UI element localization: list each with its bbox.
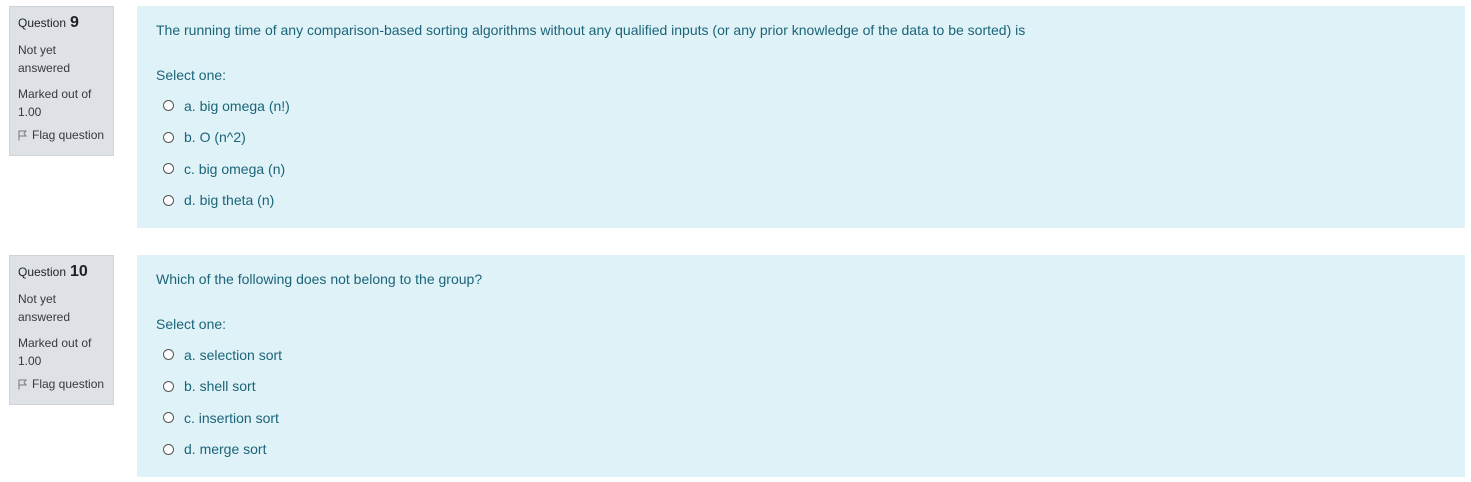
radio-button[interactable] [163,412,174,424]
answer-option-d[interactable]: d. big theta (n) [156,185,1465,217]
option-label: c. insertion sort [184,409,279,426]
select-one-prompt: Select one: [156,316,227,332]
answer-option-b[interactable]: b. O (n^2) [156,122,1465,154]
radio-button[interactable] [163,349,174,361]
question-grade: Marked out of 1.00 [18,336,92,368]
option-label: c. big omega (n) [184,160,286,177]
option-label: a. selection sort [184,346,283,363]
question-text: The running time of any comparison-based… [156,22,1026,38]
question-content: The running time of any comparison-based… [137,6,1465,228]
flag-question-button[interactable]: Flag question [18,377,113,391]
question-label: Question [18,16,67,30]
option-label: d. merge sort [184,441,267,458]
answer-option-c[interactable]: c. big omega (n) [156,153,1465,185]
radio-button[interactable] [163,163,174,175]
question-state: Not yet answered [18,43,71,75]
option-label: d. big theta (n) [184,192,275,209]
radio-button[interactable] [163,194,174,206]
question-info: Question 9 Not yet answered Marked out o… [9,6,114,156]
radio-button[interactable] [163,131,174,143]
flag-question-button[interactable]: Flag question [18,128,113,142]
answer-option-a[interactable]: a. selection sort [156,339,1465,371]
flag-icon [18,130,28,141]
option-label: b. O (n^2) [184,129,246,146]
question-grade: Marked out of 1.00 [18,87,92,119]
option-label: a. big omega (n!) [184,97,290,114]
question-info: Question 10 Not yet answered Marked out … [9,255,114,405]
option-label: b. shell sort [184,378,256,395]
question-text: Which of the following does not belong t… [156,271,483,287]
answer-option-d[interactable]: d. merge sort [156,434,1465,466]
answer-option-c[interactable]: c. insertion sort [156,402,1465,434]
question-number: Question 9 [18,14,113,37]
radio-button[interactable] [163,443,174,455]
answer-option-a[interactable]: a. big omega (n!) [156,90,1465,122]
flag-question-label: Flag question [32,377,105,391]
answer-options: a. big omega (n!) b. O (n^2) c. big omeg… [156,90,1465,216]
radio-button[interactable] [163,380,174,392]
question-num: 9 [70,14,79,31]
answer-options: a. selection sort b. shell sort c. inser… [156,339,1465,465]
question-label: Question [18,265,67,279]
flag-icon [18,379,28,390]
answer-option-b[interactable]: b. shell sort [156,371,1465,403]
question-state: Not yet answered [18,292,71,324]
select-one-prompt: Select one: [156,67,227,83]
question-content: Which of the following does not belong t… [137,255,1465,477]
radio-button[interactable] [163,100,174,112]
question-number: Question 10 [18,263,113,286]
question-num: 10 [70,263,88,280]
flag-question-label: Flag question [32,128,105,142]
